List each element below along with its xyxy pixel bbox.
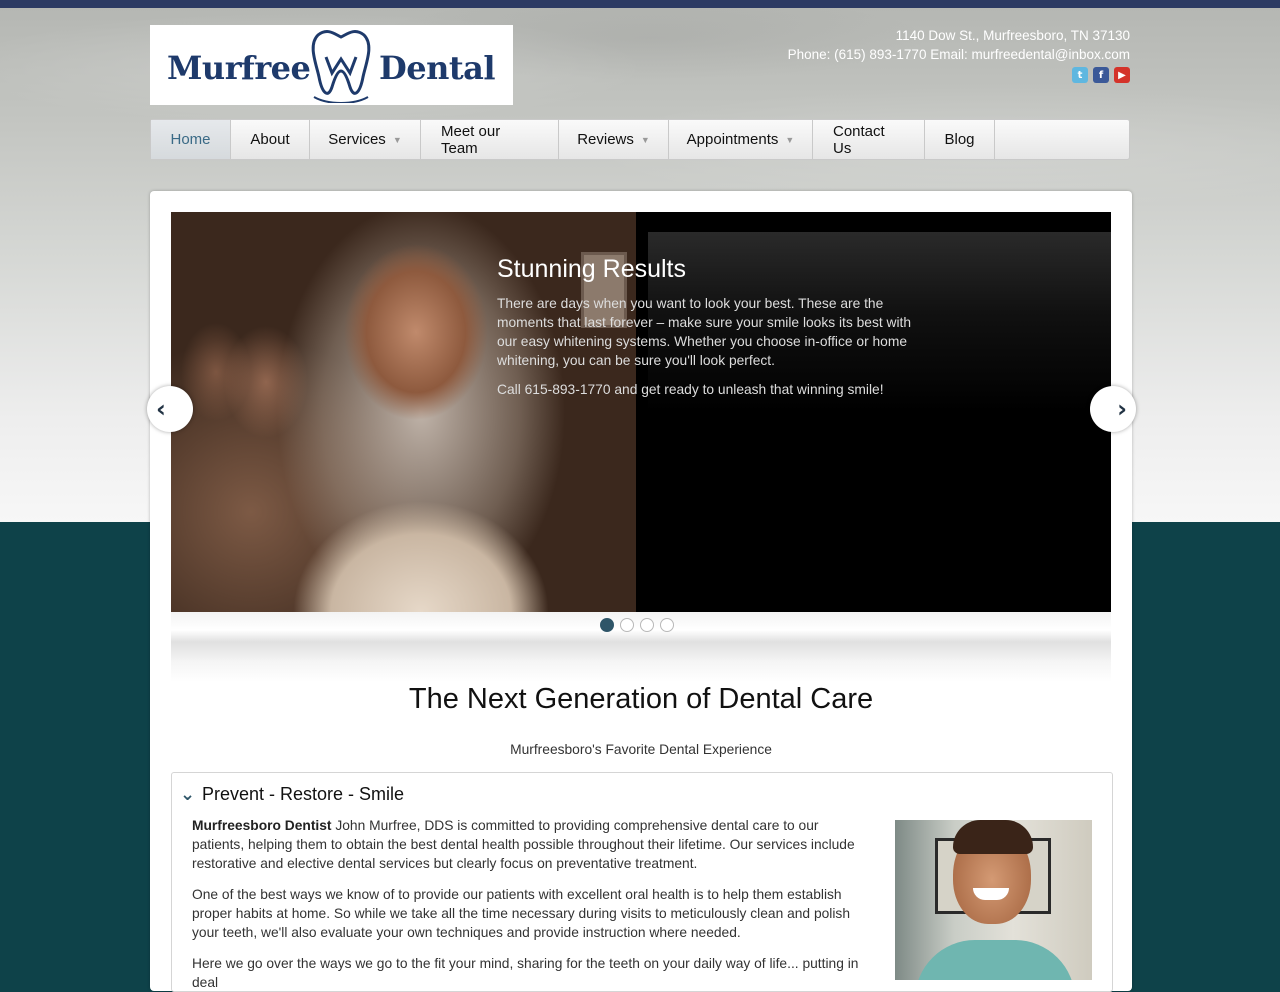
tooth-logo-icon (311, 30, 371, 103)
header-contact: 1140 Dow St., Murfreesboro, TN 37130 Pho… (788, 26, 1130, 64)
nav-about[interactable]: About (231, 120, 310, 159)
section-title[interactable]: Prevent - Restore - Smile (202, 784, 404, 805)
slider-next-button[interactable]: › (1090, 386, 1136, 432)
slide-caption-panel (648, 232, 1111, 612)
facebook-icon[interactable]: f (1093, 67, 1109, 83)
page-subtitle: Murfreesboro's Favorite Dental Experienc… (510, 742, 772, 757)
chevron-down-icon: ▼ (640, 134, 650, 145)
dentist-hair (953, 820, 1033, 854)
phone-email-text[interactable]: Phone: (615) 893-1770 Email: murfreedent… (788, 45, 1130, 64)
address-text: 1140 Dow St., Murfreesboro, TN 37130 (895, 28, 1130, 43)
chevron-down-icon: ▼ (392, 134, 402, 145)
slider-prev-button[interactable]: ‹ (147, 386, 193, 432)
dentist-shirt (915, 940, 1075, 980)
social-links: t f ▶ (1072, 67, 1130, 83)
logo-text-right: Dental (379, 49, 496, 87)
nav-appointments[interactable]: Appointments ▼ (669, 120, 813, 159)
chevron-down-icon: ▼ (785, 134, 795, 145)
slider-dot-3[interactable] (640, 618, 654, 632)
nav-services[interactable]: Services ▼ (310, 120, 421, 159)
main-nav: Home About Services ▼ Meet our Team Revie… (150, 119, 1130, 160)
slider-dot-1[interactable] (600, 618, 614, 632)
habits-paragraph: One of the best ways we know of to provi… (192, 887, 850, 940)
slider-dot-4[interactable] (660, 618, 674, 632)
nav-meet-our-team[interactable]: Meet our Team (421, 120, 559, 159)
nav-reviews[interactable]: Reviews ▼ (559, 120, 669, 159)
chevron-right-icon: › (1117, 395, 1127, 423)
slide-title: Stunning Results (497, 255, 687, 283)
slider-dot-2[interactable] (620, 618, 634, 632)
slide-cta: Call 615-893-1770 and get ready to unlea… (497, 382, 884, 397)
nav-blog[interactable]: Blog (925, 120, 995, 159)
intro-paragraph: Murfreesboro Dentist John Murfree, DDS i… (192, 816, 862, 873)
twitter-icon[interactable]: t (1072, 67, 1088, 83)
nav-contact-us[interactable]: Contact Us (813, 120, 925, 159)
intro-bold: Murfreesboro Dentist (192, 818, 332, 833)
page-title: The Next Generation of Dental Care (408, 683, 874, 715)
top-bar (0, 0, 1280, 8)
logo-text-left: Murfree (167, 49, 311, 87)
slider-pagination (600, 618, 674, 632)
youtube-icon[interactable]: ▶ (1114, 67, 1130, 83)
dentist-photo (895, 820, 1092, 980)
site-logo[interactable]: Murfree Dental (150, 25, 513, 105)
slide-text: There are days when you want to look you… (497, 296, 912, 368)
nav-home[interactable]: Home (151, 120, 231, 159)
chevron-down-icon[interactable]: ⌄ (180, 784, 195, 805)
chevron-left-icon: ‹ (156, 395, 166, 423)
